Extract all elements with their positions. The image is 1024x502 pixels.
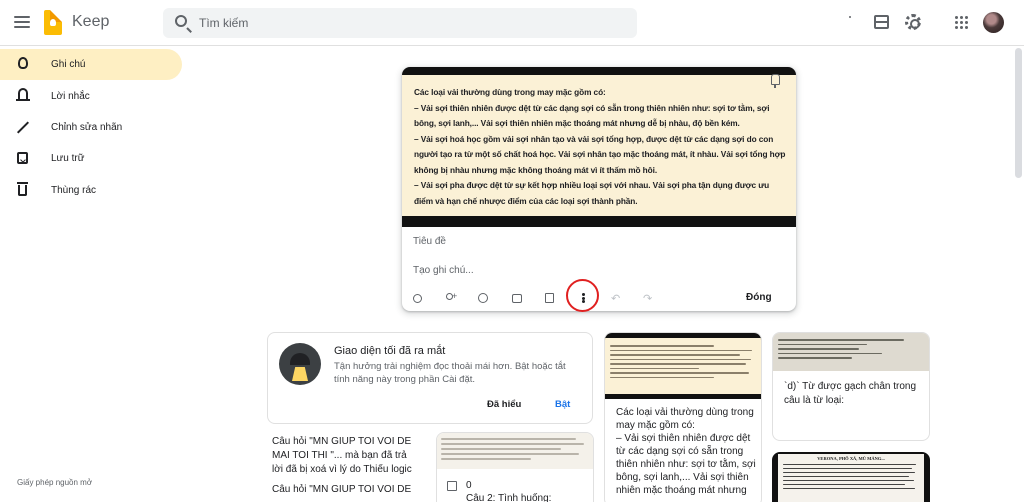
- collaborator-icon[interactable]: [445, 291, 457, 305]
- pencil-icon: [16, 121, 30, 134]
- scanned-header: VERONA, PHỐ XÁ, MÙ MẢNG...: [817, 456, 885, 461]
- search-icon[interactable]: [175, 15, 187, 27]
- pin-icon[interactable]: [771, 74, 780, 88]
- sidebar-item-label: Lời nhắc: [51, 91, 90, 102]
- note-editor: Các loại vải thường dùng trong may mặc g…: [402, 67, 796, 311]
- checklist-item-label: Câu 2: Tình huống:: [466, 493, 552, 502]
- sidebar-item-archive[interactable]: Lưu trữ: [0, 143, 182, 174]
- sidebar-item-trash[interactable]: Thùng rác: [0, 175, 182, 206]
- archive-icon: [17, 152, 28, 164]
- note-card[interactable]: `d)` Từ được gạch chân trong câu là từ l…: [772, 332, 930, 441]
- lightbulb-icon: [18, 57, 28, 69]
- image-text-line: – Vải sợi hoá học gồm vải sợi nhân tạo v…: [414, 133, 786, 175]
- image-text-line: – Vải sợi thiên nhiên được dệt từ các dạ…: [414, 102, 770, 129]
- trash-icon: [17, 182, 28, 196]
- image-text-line: – Vải sợi pha được dệt từ sự kết hợp nhi…: [414, 180, 770, 206]
- loading-indicator: [849, 16, 851, 18]
- note-image: VERONA, PHỐ XÁ, MÙ MẢNG...: [778, 454, 924, 502]
- promo-title: Giao diện tối đã ra mắt: [334, 345, 446, 357]
- sidebar-item-notes[interactable]: Ghi chú: [0, 49, 182, 80]
- title-field[interactable]: Tiêu đề: [413, 236, 446, 247]
- list-view-icon[interactable]: [874, 15, 889, 29]
- sidebar-item-label: Ghi chú: [51, 59, 86, 70]
- sidebar-item-reminders[interactable]: Lời nhắc: [0, 81, 182, 112]
- remind-me-icon[interactable]: [413, 294, 422, 303]
- note-text: `d)` Từ được gạch chân trong câu là từ l…: [784, 381, 917, 406]
- undo-icon[interactable]: ↶: [611, 292, 623, 305]
- bell-icon: [16, 88, 30, 101]
- note-card[interactable]: Câu hỏi "MN GIUP TOI VOI DE MAI TOI THI …: [267, 432, 425, 502]
- sidebar-item-label: Chỉnh sửa nhãn: [51, 122, 123, 133]
- note-card[interactable]: VERONA, PHỐ XÁ, MÙ MẢNG...: [772, 452, 930, 502]
- keep-logo-icon[interactable]: [44, 10, 62, 35]
- apps-grid-icon[interactable]: [955, 16, 968, 29]
- add-image-icon[interactable]: [512, 294, 522, 303]
- archive-icon[interactable]: [545, 293, 554, 303]
- search-input[interactable]: [199, 8, 619, 38]
- dark-theme-promo-card: Giao diện tối đã ra mắt Tận hưởng trải n…: [267, 332, 593, 424]
- checklist-item-label: 0: [466, 480, 472, 491]
- note-card[interactable]: Các loại vải thường dùng trong may mặc g…: [604, 332, 762, 502]
- main-menu-icon[interactable]: [11, 11, 33, 33]
- sidebar-item-edit-labels[interactable]: Chỉnh sửa nhãn: [0, 112, 182, 143]
- note-image: [605, 333, 761, 399]
- gear-icon[interactable]: [905, 14, 921, 30]
- sidebar-item-label: Lưu trữ: [51, 153, 85, 164]
- note-text: Câu hỏi "MN GIUP TOI VOI DE MAI TOI THI …: [272, 436, 412, 475]
- scanned-text: Các loại vải thường dùng trong may mặc g…: [402, 75, 796, 216]
- dark-theme-illustration-icon: [279, 343, 321, 385]
- top-bar: Keep: [0, 0, 1024, 46]
- close-button[interactable]: Đóng: [746, 292, 772, 303]
- checkbox[interactable]: [447, 481, 457, 491]
- note-body-field[interactable]: Tạo ghi chú...: [413, 265, 474, 276]
- app-title[interactable]: Keep: [72, 13, 109, 31]
- avatar[interactable]: [983, 12, 1004, 33]
- promo-text: Tận hưởng trải nghiệm đọc thoải mái hơn.…: [334, 361, 566, 385]
- image-text-line: Các loại vải thường dùng trong may mặc g…: [414, 87, 606, 97]
- highlight-circle: [566, 279, 599, 312]
- note-image: [773, 333, 929, 371]
- palette-icon[interactable]: [478, 293, 488, 303]
- note-text: Các loại vải thường dùng trong may mặc g…: [616, 407, 756, 496]
- search-bar[interactable]: [163, 8, 637, 38]
- dismiss-button[interactable]: Đã hiểu: [487, 399, 521, 410]
- open-source-license-link[interactable]: Giấy phép nguồn mở: [17, 478, 92, 487]
- note-card[interactable]: 0 Câu 2: Tình huống:: [436, 432, 594, 502]
- redo-icon[interactable]: ↷: [643, 292, 655, 305]
- enable-button[interactable]: Bật: [555, 399, 570, 410]
- note-image[interactable]: Các loại vải thường dùng trong may mặc g…: [402, 67, 796, 227]
- note-text: Câu hỏi "MN GIUP TOI VOI DE: [272, 484, 412, 495]
- note-image: [437, 433, 593, 469]
- sidebar-item-label: Thùng rác: [51, 185, 97, 196]
- scrollbar[interactable]: [1015, 48, 1022, 178]
